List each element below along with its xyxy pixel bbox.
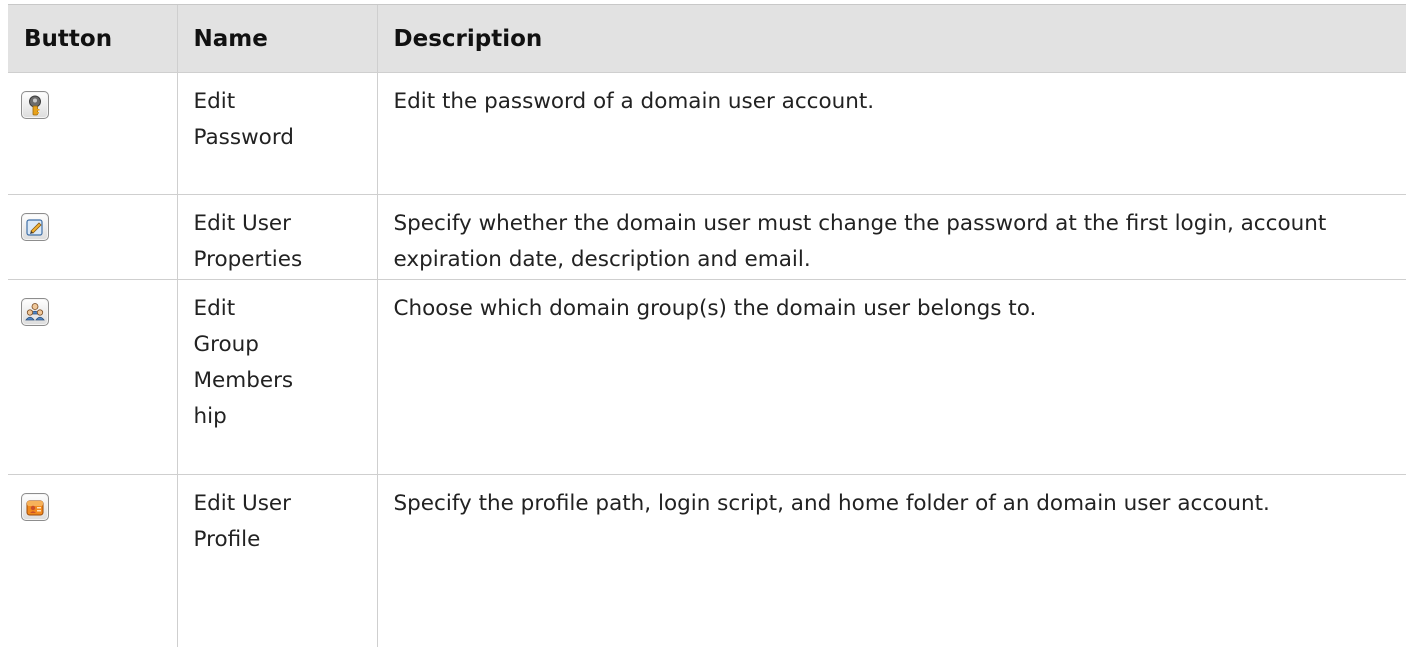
description-cell: Specify whether the domain user must cha… — [376, 194, 1406, 280]
name-line: Edit — [193, 89, 236, 114]
table-row: Edit Password Edit the password of a doma… — [8, 72, 1406, 195]
button-reference-table: Button Name Description Edit Password Edi… — [8, 4, 1406, 647]
name-line: Profile — [193, 527, 261, 552]
button-cell — [8, 279, 177, 475]
description-cell: Choose which domain group(s) the domain … — [376, 279, 1406, 475]
name-line: Edit — [193, 296, 236, 321]
button-reference-table-container: Button Name Description Edit Password Edi… — [8, 4, 1406, 647]
key-icon[interactable] — [21, 91, 49, 119]
name-line: Group — [193, 332, 259, 357]
button-cell — [8, 474, 177, 647]
profile-folder-icon[interactable] — [21, 493, 49, 521]
header-button: Button — [8, 4, 177, 73]
name-line: Edit User — [193, 211, 291, 236]
edit-pencil-icon[interactable] — [21, 213, 49, 241]
table-header-row: Button Name Description — [8, 4, 1406, 73]
name-line: Properties — [193, 247, 303, 272]
description-cell: Specify the profile path, login script, … — [376, 474, 1406, 647]
table-row: Edit User Profile Specify the profile pat… — [8, 474, 1406, 647]
name-line: hip — [193, 404, 227, 429]
name-cell: Edit User Properties — [176, 194, 377, 280]
name-line: Password — [193, 125, 294, 150]
name-line: Members — [193, 368, 294, 393]
name-cell: Edit Group Members hip — [176, 279, 377, 475]
button-cell — [8, 194, 177, 280]
name-cell: Edit User Profile — [176, 474, 377, 647]
name-line: Edit User — [193, 491, 291, 516]
header-name: Name — [176, 4, 377, 73]
description-cell: Edit the password of a domain user accou… — [376, 72, 1406, 195]
table-row: Edit User Properties Specify whether the … — [8, 194, 1406, 280]
button-cell — [8, 72, 177, 195]
name-cell: Edit Password — [176, 72, 377, 195]
table-row: Edit Group Members hip Choose which domain … — [8, 279, 1406, 475]
group-users-icon[interactable] — [21, 298, 49, 326]
header-description: Description — [376, 4, 1406, 73]
